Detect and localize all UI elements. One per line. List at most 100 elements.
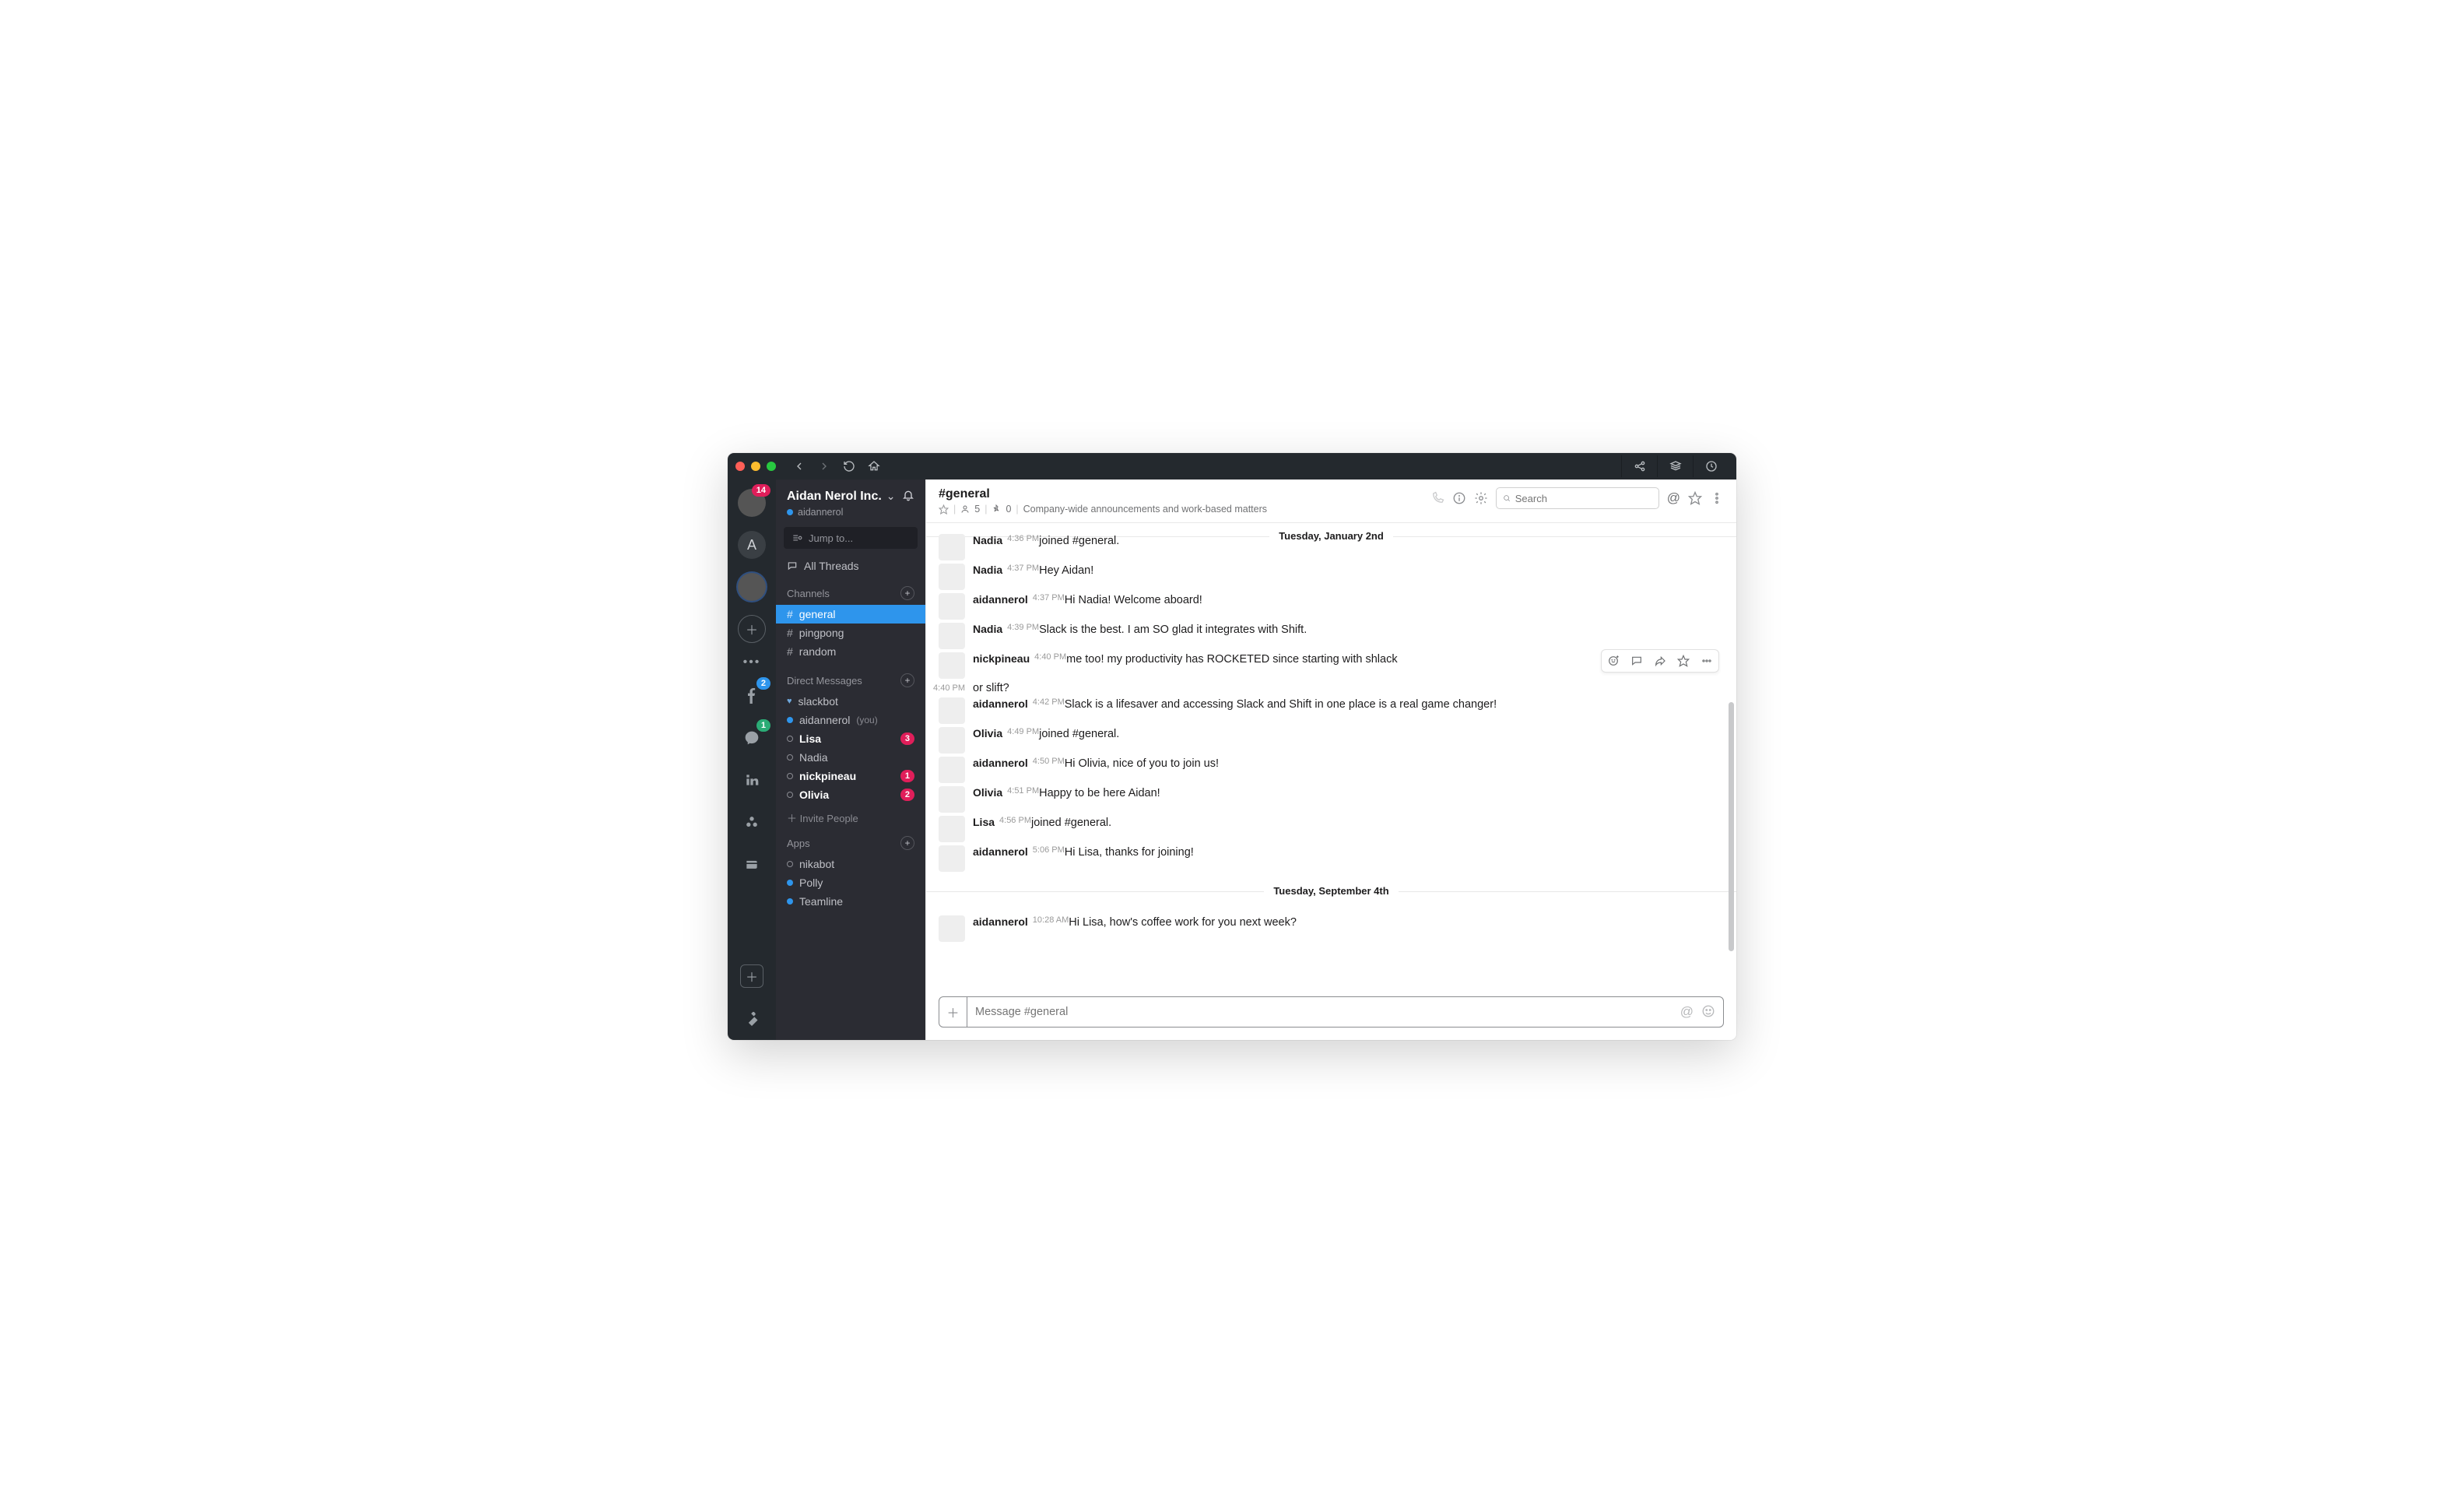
start-thread[interactable] bbox=[1625, 650, 1648, 672]
pin-icon[interactable] bbox=[992, 504, 1001, 514]
message[interactable]: Nadia4:37 PMHey Aidan! bbox=[926, 562, 1736, 592]
message-avatar[interactable] bbox=[939, 534, 965, 560]
channel-random[interactable]: #random bbox=[776, 642, 925, 661]
dm-nickpineau[interactable]: nickpineau1 bbox=[776, 767, 925, 785]
message-author[interactable]: Olivia bbox=[973, 727, 1002, 754]
save-message[interactable] bbox=[1672, 650, 1695, 672]
dms-header[interactable]: Direct Messages + bbox=[776, 669, 925, 692]
emoji-button[interactable] bbox=[1701, 1004, 1715, 1018]
message-avatar[interactable] bbox=[939, 915, 965, 942]
message[interactable]: nickpineau4:40 PMme too! my productivity… bbox=[926, 651, 1736, 680]
message-author[interactable]: Nadia bbox=[973, 564, 1002, 590]
star-icon[interactable] bbox=[1688, 491, 1702, 505]
message-avatar[interactable] bbox=[939, 845, 965, 872]
info-icon[interactable] bbox=[1452, 491, 1466, 505]
minimize-window[interactable] bbox=[751, 462, 760, 471]
message-author[interactable]: Nadia bbox=[973, 534, 1002, 560]
activity-button[interactable] bbox=[1693, 455, 1729, 477]
message-author[interactable]: aidannerol bbox=[973, 845, 1028, 872]
rail-app-asana[interactable] bbox=[736, 806, 767, 838]
mention-button[interactable]: @ bbox=[1680, 1004, 1694, 1020]
workspaces-button[interactable] bbox=[1657, 455, 1693, 477]
jump-to[interactable]: Jump to... bbox=[784, 527, 918, 549]
share-message[interactable] bbox=[1648, 650, 1672, 672]
workspace-switcher[interactable]: Aidan Nerol Inc. ⌄ bbox=[776, 480, 925, 507]
message-input[interactable] bbox=[967, 1006, 1680, 1018]
dm-slackbot[interactable]: ♥slackbot bbox=[776, 692, 925, 711]
channel-pingpong[interactable]: #pingpong bbox=[776, 624, 925, 642]
add-channel[interactable]: + bbox=[900, 586, 914, 600]
back-button[interactable] bbox=[787, 455, 812, 477]
message-avatar[interactable] bbox=[939, 623, 965, 649]
dm-Olivia[interactable]: Olivia2 bbox=[776, 785, 925, 804]
attach-button[interactable]: ＋ bbox=[939, 997, 967, 1027]
close-window[interactable] bbox=[735, 462, 745, 471]
message[interactable]: aidannerol5:06 PMHi Lisa, thanks for joi… bbox=[926, 844, 1736, 873]
message-avatar[interactable] bbox=[939, 816, 965, 842]
rail-account-2[interactable]: A bbox=[736, 529, 767, 560]
app-Teamline[interactable]: Teamline bbox=[776, 892, 925, 911]
maximize-window[interactable] bbox=[767, 462, 776, 471]
message-author[interactable]: aidannerol bbox=[973, 757, 1028, 783]
message-avatar[interactable] bbox=[939, 564, 965, 590]
star-icon[interactable] bbox=[939, 504, 949, 515]
rail-app-linkedin[interactable] bbox=[736, 764, 767, 796]
message-author[interactable]: aidannerol bbox=[973, 697, 1028, 724]
more-actions[interactable] bbox=[1695, 650, 1718, 672]
channels-header[interactable]: Channels + bbox=[776, 581, 925, 605]
pins-count[interactable]: 0 bbox=[1006, 504, 1011, 515]
message-avatar[interactable] bbox=[939, 757, 965, 783]
add-app[interactable]: + bbox=[900, 836, 914, 850]
message[interactable]: Lisa4:56 PMjoined #general. bbox=[926, 814, 1736, 844]
message[interactable]: aidannerol10:28 AMHi Lisa, how's coffee … bbox=[926, 914, 1736, 943]
message-author[interactable]: Nadia bbox=[973, 623, 1002, 649]
add-reaction[interactable] bbox=[1602, 650, 1625, 672]
message-avatar[interactable] bbox=[939, 652, 965, 679]
search-input[interactable] bbox=[1515, 493, 1652, 504]
dm-Nadia[interactable]: Nadia bbox=[776, 748, 925, 767]
home-button[interactable] bbox=[862, 455, 886, 477]
rail-app-facebook[interactable]: 2 bbox=[736, 680, 767, 711]
rail-app-wallet[interactable] bbox=[736, 848, 767, 880]
message-avatar[interactable] bbox=[939, 727, 965, 754]
channel-general[interactable]: #general bbox=[776, 605, 925, 624]
message-author[interactable]: Lisa bbox=[973, 816, 995, 842]
dm-aidannerol[interactable]: aidannerol (you) bbox=[776, 711, 925, 729]
rail-settings[interactable] bbox=[736, 1003, 767, 1034]
rail-app-messenger[interactable]: 1 bbox=[736, 722, 767, 754]
message[interactable]: aidannerol4:37 PMHi Nadia! Welcome aboar… bbox=[926, 592, 1736, 621]
more-icon[interactable] bbox=[1710, 491, 1724, 505]
invite-people[interactable]: ＋ Invite People bbox=[776, 804, 925, 831]
message-avatar[interactable] bbox=[939, 786, 965, 813]
message-avatar[interactable] bbox=[939, 593, 965, 620]
reload-button[interactable] bbox=[837, 455, 862, 477]
members-icon[interactable] bbox=[960, 504, 970, 514]
message-author[interactable]: aidannerol bbox=[973, 593, 1028, 620]
rail-add-app[interactable]: ＋ bbox=[736, 961, 767, 992]
call-icon[interactable] bbox=[1430, 491, 1444, 505]
notifications-icon[interactable] bbox=[902, 489, 914, 504]
dm-Lisa[interactable]: Lisa3 bbox=[776, 729, 925, 748]
channel-topic[interactable]: Company-wide announcements and work-base… bbox=[1023, 504, 1267, 515]
message[interactable]: Olivia4:49 PMjoined #general. bbox=[926, 725, 1736, 755]
rail-add-account[interactable]: ＋ bbox=[736, 613, 767, 645]
app-Polly[interactable]: Polly bbox=[776, 873, 925, 892]
mentions-icon[interactable]: @ bbox=[1667, 490, 1680, 506]
message-avatar[interactable] bbox=[939, 697, 965, 724]
search-box[interactable] bbox=[1496, 487, 1659, 509]
add-dm[interactable]: + bbox=[900, 673, 914, 687]
scrollbar-thumb[interactable] bbox=[1729, 702, 1734, 951]
message-author[interactable]: Olivia bbox=[973, 786, 1002, 813]
message[interactable]: aidannerol4:50 PMHi Olivia, nice of you … bbox=[926, 755, 1736, 785]
message[interactable]: Olivia4:51 PMHappy to be here Aidan! bbox=[926, 785, 1736, 814]
message-composer[interactable]: ＋ @ bbox=[939, 996, 1724, 1028]
rail-account-3[interactable] bbox=[736, 571, 767, 602]
message-list[interactable]: Tuesday, January 2nd Nadia4:36 PMjoined … bbox=[926, 523, 1736, 989]
message-author[interactable]: nickpineau bbox=[973, 652, 1030, 679]
message-followup[interactable]: 4:40 PMor slift? bbox=[926, 680, 1736, 696]
apps-header[interactable]: Apps + bbox=[776, 831, 925, 855]
all-threads[interactable]: All Threads bbox=[776, 557, 925, 575]
members-count[interactable]: 5 bbox=[974, 504, 980, 515]
share-button[interactable] bbox=[1621, 455, 1657, 477]
forward-button[interactable] bbox=[812, 455, 837, 477]
